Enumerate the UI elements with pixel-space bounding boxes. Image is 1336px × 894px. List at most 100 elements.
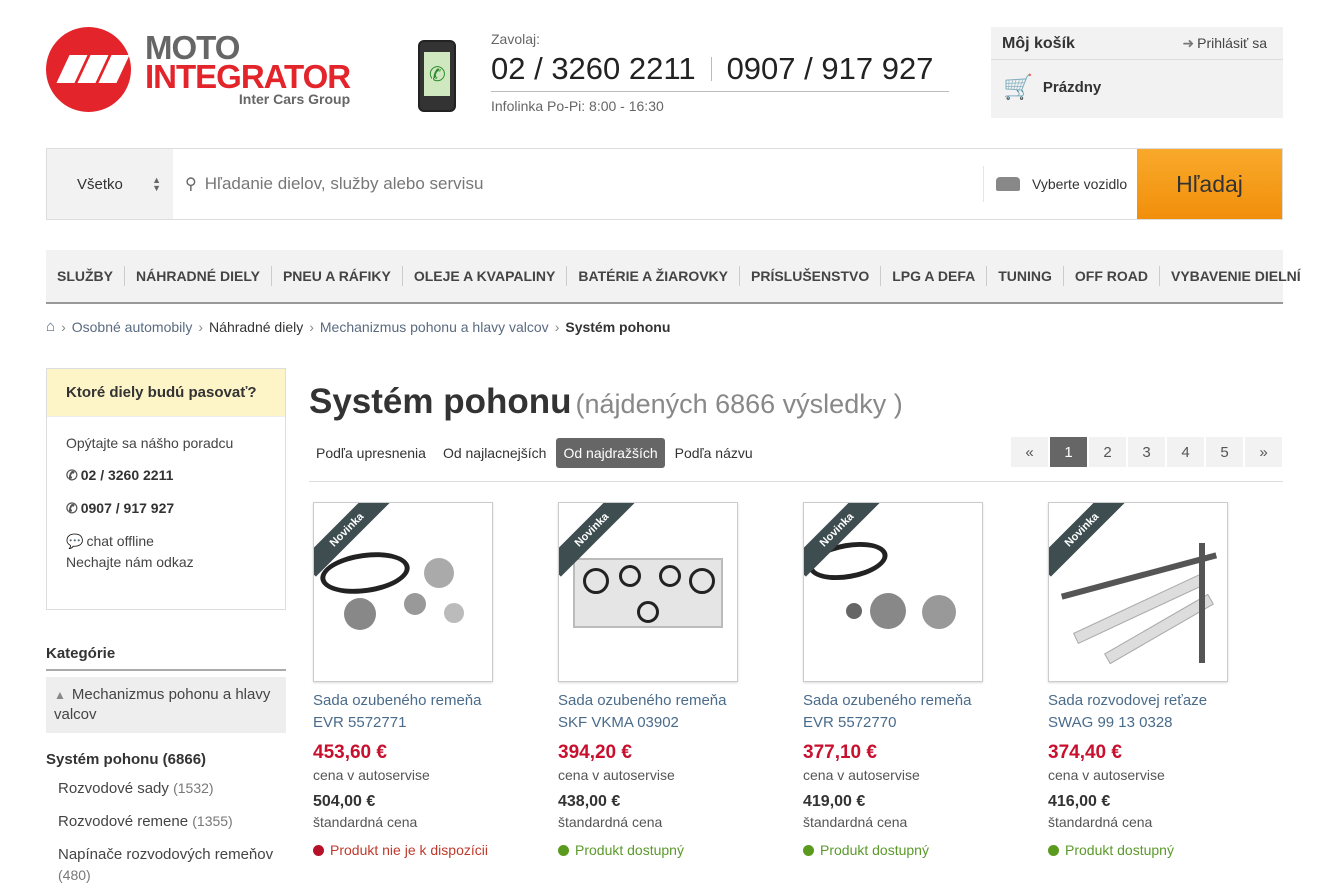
search-input[interactable]: ⚲ Hľadanie dielov, služby alebo servisu xyxy=(173,149,983,219)
home-icon[interactable]: ⌂ xyxy=(46,318,55,335)
nav-item-off-road[interactable]: OFF ROAD xyxy=(1064,266,1160,286)
search-button[interactable]: Hľadaj xyxy=(1137,149,1282,219)
price-label: cena v autoservise xyxy=(558,767,675,783)
call-label: Zavolaj: xyxy=(491,31,541,47)
availability-status: Produkt dostupný xyxy=(1048,842,1293,858)
page-5[interactable]: 5 xyxy=(1205,436,1244,468)
page-1[interactable]: 1 xyxy=(1049,436,1088,468)
category-parent[interactable]: ▲ Mechanizmus pohonu a hlavy valcov xyxy=(46,677,286,733)
advisor-phone-1[interactable]: 02 / 3260 2211 xyxy=(81,467,174,483)
advisor-box: Ktoré diely budú pasovať? Opýtajte sa ná… xyxy=(46,368,286,610)
chat-status[interactable]: chat offline xyxy=(86,533,153,549)
product-image[interactable]: Novinka xyxy=(1048,502,1228,682)
phone-number-2[interactable]: 0907 / 917 927 xyxy=(727,51,934,87)
breadcrumb: ⌂ › Osobné automobily › Náhradné diely ›… xyxy=(46,318,671,335)
vehicle-selector[interactable]: Vyberte vozidlo xyxy=(983,166,1137,202)
product-name[interactable]: Sada rozvodovej reťaze SWAG 99 13 0328 xyxy=(1048,690,1293,734)
sort-name[interactable]: Podľa názvu xyxy=(668,438,760,468)
cart-status: Prázdny xyxy=(1042,79,1102,96)
standard-price-label: štandardná cena xyxy=(1048,814,1153,830)
page-prev[interactable]: « xyxy=(1010,436,1049,468)
product-card: Novinka Sada ozubeného remeňa EVR 5572771… xyxy=(313,502,558,858)
page-title: Systém pohonu (nájdených 6866 výsledky ) xyxy=(309,382,903,421)
advisor-phone-2[interactable]: 0907 / 917 927 xyxy=(81,500,174,516)
contact-block: Zavolaj: 02 / 3260 2211 0907 / 917 927 I… xyxy=(491,31,949,114)
product-image[interactable]: Novinka xyxy=(558,502,738,682)
phone-icon: ✆ xyxy=(66,500,78,516)
search-category-select[interactable]: Všetko ▲ ▼ xyxy=(47,149,173,219)
standard-price: 419,00 € xyxy=(803,793,866,810)
search-bar: Všetko ▲ ▼ ⚲ Hľadanie dielov, služby aleb… xyxy=(46,148,1283,220)
page-3[interactable]: 3 xyxy=(1127,436,1166,468)
sort-bar: Podľa upresnenia Od najlacnejších Od naj… xyxy=(309,436,1283,482)
new-badge: Novinka xyxy=(1049,503,1129,577)
advisor-title: Ktoré diely budú pasovať? xyxy=(47,369,285,417)
product-name[interactable]: Sada ozubeného remeňa EVR 5572771 xyxy=(313,690,558,734)
cart-panel: Môj košík ➜ Prihlásiť sa 🛒 Prázdny xyxy=(991,27,1283,118)
product-card: Novinka Sada rozvodovej reťaze SWAG 99 13… xyxy=(1048,502,1293,858)
sort-most-expensive[interactable]: Od najdražších xyxy=(556,437,665,468)
standard-price-label: štandardná cena xyxy=(558,814,663,830)
product-price: 453,60 € xyxy=(313,742,387,763)
product-price: 394,20 € xyxy=(558,742,632,763)
breadcrumb-osobne[interactable]: Osobné automobily xyxy=(72,319,193,335)
price-label: cena v autoservise xyxy=(803,767,920,783)
sign-in-icon: ➜ xyxy=(1182,35,1195,51)
mobile-phone-icon xyxy=(418,40,456,112)
header: MOTO INTEGRATOR Inter Cars Group Zavolaj… xyxy=(46,24,1283,124)
availability-status: Produkt dostupný xyxy=(803,842,1048,858)
nav-item-nahradne-diely[interactable]: NÁHRADNÉ DIELY xyxy=(125,266,272,286)
advisor-ask: Opýtajte sa nášho poradcu xyxy=(66,435,234,451)
status-dot-icon xyxy=(313,844,324,856)
category-item[interactable]: Napínače rozvodových remeňov (480) xyxy=(46,844,286,886)
page-4[interactable]: 4 xyxy=(1166,436,1205,468)
hotline-hours: Infolinka Po-Pi: 8:00 - 16:30 xyxy=(491,98,664,114)
status-dot-icon xyxy=(803,844,814,856)
page-next[interactable]: » xyxy=(1244,436,1283,468)
product-name[interactable]: Sada ozubeného remeňa EVR 5572770 xyxy=(803,690,1048,734)
nav-item-pneu[interactable]: PNEU A RÁFIKY xyxy=(272,266,403,286)
breadcrumb-mechanizmus[interactable]: Mechanizmus pohonu a hlavy valcov xyxy=(320,319,549,335)
category-item[interactable]: Rozvodové remene (1355) xyxy=(46,811,286,832)
nav-item-lpg[interactable]: LPG A DEFA xyxy=(881,266,988,286)
sort-cheapest[interactable]: Od najlacnejších xyxy=(436,438,554,468)
nav-item-tuning[interactable]: TUNING xyxy=(987,266,1064,286)
chevron-up-icon: ▲ xyxy=(54,688,66,702)
standard-price: 416,00 € xyxy=(1048,793,1111,810)
page-2[interactable]: 2 xyxy=(1088,436,1127,468)
nav-item-baterie[interactable]: BATÉRIE A ŽIAROVKY xyxy=(567,266,740,286)
categories-panel: Kategórie ▲ Mechanizmus pohonu a hlavy va… xyxy=(46,645,286,886)
standard-price-label: štandardná cena xyxy=(313,814,418,830)
category-item[interactable]: Rozvodové sady (1532) xyxy=(46,778,286,799)
phone-icon: ✆ xyxy=(66,467,78,483)
standard-price: 504,00 € xyxy=(313,793,376,810)
breadcrumb-nahradne[interactable]: Náhradné diely xyxy=(209,319,303,335)
product-card: Novinka Sada ozubeného remeňa EVR 5572770… xyxy=(803,502,1048,858)
chat-bubble-icon: 💬 xyxy=(66,533,84,549)
cart-title[interactable]: Môj košík xyxy=(1002,35,1075,59)
price-label: cena v autoservise xyxy=(313,767,430,783)
nav-item-prislusenstvo[interactable]: PRÍSLUŠENSTVO xyxy=(740,266,882,286)
nav-item-oleje[interactable]: OLEJE A KVAPALINY xyxy=(403,266,568,286)
logo-mark-icon xyxy=(46,27,131,112)
nav-item-sluzby[interactable]: SLUŽBY xyxy=(46,266,125,286)
standard-price-label: štandardná cena xyxy=(803,814,908,830)
product-image[interactable]: Novinka xyxy=(803,502,983,682)
shopping-cart-icon[interactable]: 🛒 xyxy=(1003,73,1033,102)
sort-relevance[interactable]: Podľa upresnenia xyxy=(309,438,433,468)
results-count: (nájdených 6866 výsledky ) xyxy=(575,389,903,419)
nav-item-vybavenie[interactable]: VYBAVENIE DIELNÍ xyxy=(1160,266,1312,286)
phone-number-1[interactable]: 02 / 3260 2211 xyxy=(491,51,696,87)
logo-integrator: INTEGRATOR xyxy=(145,57,351,95)
pagination: « 1 2 3 4 5 » xyxy=(1010,436,1283,468)
logo[interactable]: MOTO INTEGRATOR Inter Cars Group xyxy=(46,27,351,112)
login-link[interactable]: ➜ Prihlásiť sa xyxy=(1182,35,1267,59)
category-current: Systém pohonu (6866) xyxy=(46,751,207,768)
car-icon xyxy=(996,177,1020,191)
product-image[interactable]: Novinka xyxy=(313,502,493,682)
product-name[interactable]: Sada ozubeného remeňa SKF VKMA 03902 xyxy=(558,690,803,734)
select-arrows-icon: ▲ ▼ xyxy=(152,175,161,193)
search-icon: ⚲ xyxy=(185,176,197,193)
status-dot-icon xyxy=(1048,844,1059,856)
leave-message-link[interactable]: Nechajte nám odkaz xyxy=(66,554,266,570)
